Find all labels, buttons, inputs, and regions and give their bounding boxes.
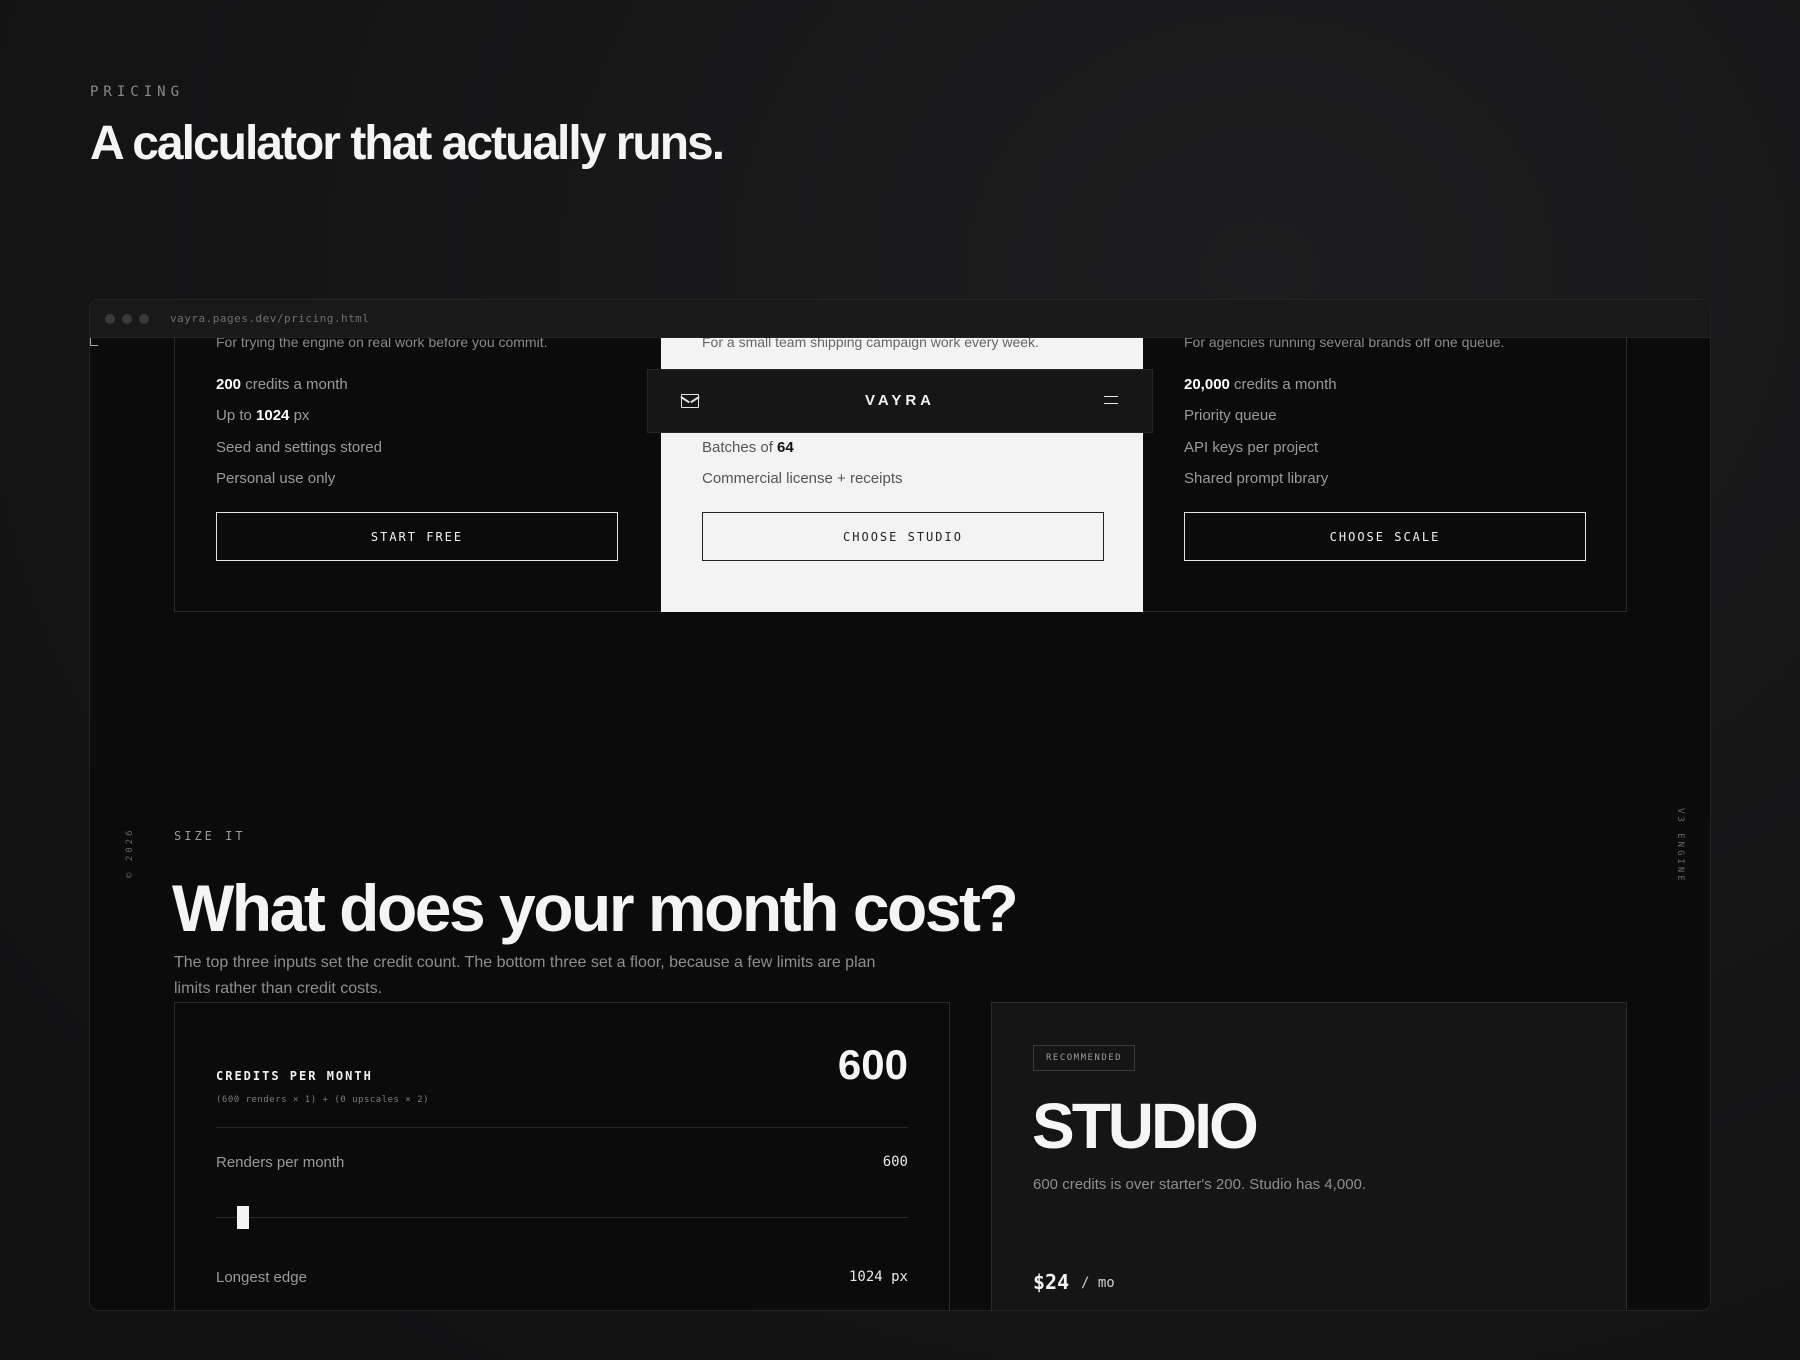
menu-icon[interactable] (1104, 396, 1118, 404)
plan-feature: Commercial license + receipts (702, 470, 903, 487)
renders-value: 600 (882, 1154, 908, 1170)
price-period: / mo (1081, 1275, 1115, 1291)
plan-feature: Shared prompt library (1184, 470, 1329, 487)
plan-card-scale: For agencies running several brands off … (1143, 338, 1628, 612)
plan-feature: Seed and settings stored (216, 439, 382, 456)
plan-feature: Up to 1024 px (216, 407, 310, 424)
plan-feature: Personal use only (216, 470, 336, 487)
plan-description: For agencies running several brands off … (1184, 338, 1505, 350)
page-title: A calculator that actually runs. (90, 117, 725, 170)
recommended-plan: STUDIO (1032, 1090, 1259, 1162)
site-navbar: VAYRA (647, 369, 1153, 433)
calculator-card: CREDITS PER MONTH (600 renders × 1) + (0… (174, 1002, 950, 1310)
brand-logo[interactable]: VAYRA (648, 392, 1152, 409)
credits-formula: (600 renders × 1) + (0 upscales × 2) (216, 1095, 430, 1105)
plan-feature: Batches of 64 (702, 439, 794, 456)
renders-slider-thumb[interactable] (236, 1206, 249, 1229)
calculator-title: What does your month cost? (172, 871, 1019, 945)
choose-scale-button[interactable]: CHOOSE SCALE (1184, 512, 1586, 561)
plan-feature: 200 credits a month (216, 376, 348, 393)
plan-feature: Priority queue (1184, 407, 1277, 424)
renders-slider-track[interactable] (216, 1217, 908, 1218)
plan-card-starter: For trying the engine on real work befor… (175, 338, 661, 612)
divider (216, 1127, 908, 1128)
renders-label: Renders per month (216, 1154, 345, 1171)
plan-feature: 20,000 credits a month (1184, 376, 1337, 393)
page-viewport: © 2026 V3 ENGINE For trying the engine o… (90, 338, 1710, 1310)
side-copyright: © 2026 (125, 827, 135, 878)
recommended-badge: RECOMMENDED (1033, 1045, 1136, 1071)
recommendation-note: 600 credits is over starter's 200. Studi… (1033, 1176, 1367, 1193)
plan-feature: API keys per project (1184, 439, 1319, 456)
choose-studio-button[interactable]: CHOOSE STUDIO (702, 512, 1104, 561)
recommended-price: $24 (1033, 1270, 1070, 1294)
calculator-subtitle: The top three inputs set the credit coun… (174, 954, 876, 997)
side-engine-label: V3 ENGINE (1675, 808, 1685, 884)
credits-label: CREDITS PER MONTH (216, 1069, 373, 1083)
plan-description: For a small team shipping campaign work … (702, 338, 1039, 350)
window-dot-minimize[interactable] (122, 314, 132, 324)
browser-chrome: vayra.pages.dev/pricing.html (90, 300, 1710, 338)
window-dot-maximize[interactable] (139, 314, 149, 324)
credits-value: 600 (837, 1041, 908, 1088)
address-bar[interactable]: vayra.pages.dev/pricing.html (170, 312, 369, 325)
edge-value: 1024 px (848, 1269, 908, 1285)
section-eyebrow: PRICING (90, 84, 185, 100)
plan-description: For trying the engine on real work befor… (216, 338, 548, 350)
recommendation-card: RECOMMENDED STUDIO 600 credits is over s… (991, 1002, 1627, 1310)
edge-label: Longest edge (216, 1269, 307, 1286)
calculator-eyebrow: SIZE IT (174, 829, 246, 843)
start-free-button[interactable]: START FREE (216, 512, 618, 561)
window-dot-close[interactable] (105, 314, 115, 324)
browser-window: vayra.pages.dev/pricing.html © 2026 V3 E… (89, 299, 1711, 1311)
corner-marker (90, 338, 98, 346)
